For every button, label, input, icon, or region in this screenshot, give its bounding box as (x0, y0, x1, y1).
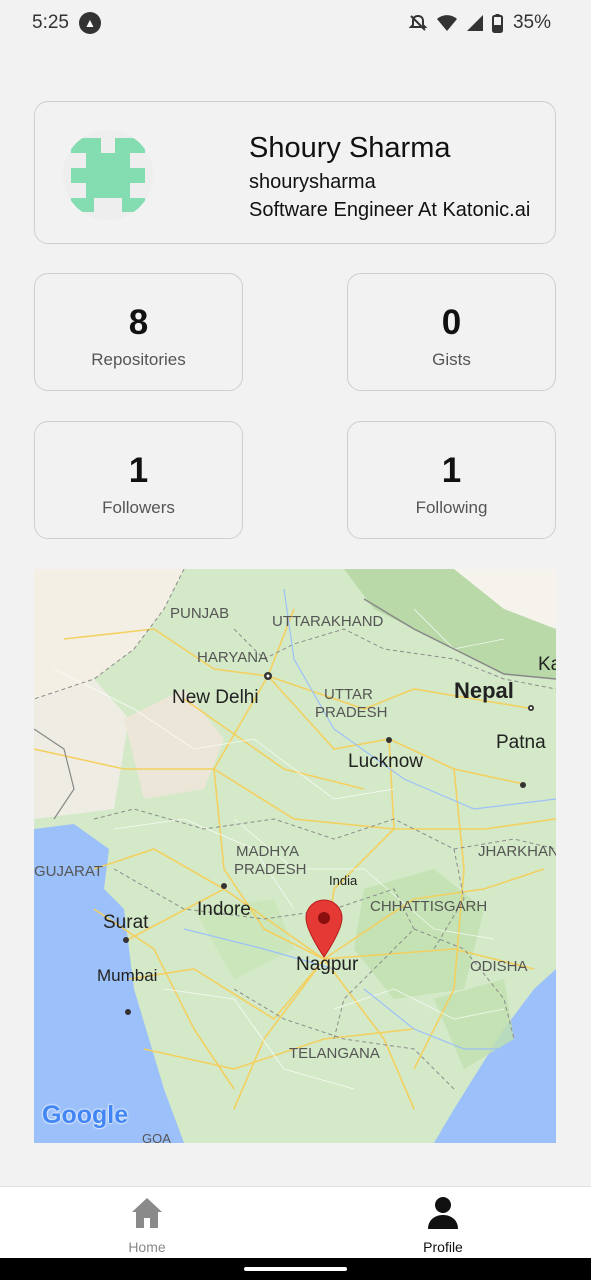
repositories-card[interactable]: 8 Repositories (34, 273, 243, 391)
map-label-jharkhand: JHARKHAN (478, 843, 556, 860)
repositories-label: Repositories (91, 350, 186, 369)
map-label-ka: Ka (538, 654, 556, 675)
person-icon (428, 1197, 458, 1229)
followers-count: 1 (128, 451, 149, 490)
map-label-haryana: HARYANA (197, 649, 269, 666)
map-label-punjab: PUNJAB (170, 605, 230, 622)
nav-home[interactable]: Home (87, 1187, 207, 1259)
profile-bio: Software Engineer At Katonic.ai (249, 199, 531, 221)
nav-profile[interactable]: Profile (383, 1187, 503, 1259)
map-label-nepal: Nepal (454, 678, 514, 703)
map-label-mumbai: Mumbai (97, 966, 158, 985)
map-label-patna: Patna (496, 732, 546, 753)
map-label-uttar: UTTAR (324, 686, 373, 703)
map-label-madhya: MADHYA (236, 843, 300, 860)
map-label-goa: GOA (142, 1131, 171, 1143)
battery-icon (491, 13, 503, 33)
map-label-odisha: ODISHA (470, 958, 528, 975)
followers-card[interactable]: 1 Followers (34, 421, 243, 539)
gists-count: 0 (441, 303, 462, 342)
map-label-surat: Surat (103, 912, 149, 933)
map-label-uttarakhand: UTTARAKHAND (272, 613, 384, 630)
wifi-icon (436, 15, 457, 31)
battery-percent: 35% (512, 12, 551, 33)
gists-card[interactable]: 0 Gists (347, 273, 556, 391)
map-label-indore: Indore (197, 899, 251, 920)
mute-icon (408, 14, 428, 31)
following-card[interactable]: 1 Following (347, 421, 556, 539)
bottom-navigation: Home Profile (0, 1186, 591, 1258)
profile-login: shourysharma (249, 171, 376, 193)
identicon-avatar (63, 130, 153, 220)
following-count: 1 (441, 451, 462, 490)
followers-label: Followers (102, 498, 175, 517)
map-label-pradesh-up: PRADESH (315, 704, 388, 721)
home-icon (132, 1198, 162, 1228)
gists-label: Gists (432, 350, 471, 369)
nav-profile-label: Profile (423, 1239, 463, 1255)
profile-name: Shoury Sharma (249, 132, 451, 164)
gesture-navigation-bar (0, 1258, 591, 1280)
status-bar: 5:25 ▲ 35% (0, 0, 591, 46)
map-label-chhattisgarh: CHHATTISGARH (370, 898, 488, 915)
profile-card: Shoury Sharma shourysharma Software Engi… (34, 101, 556, 244)
map-label-new-delhi: New Delhi (172, 687, 259, 708)
clock: 5:25 (32, 12, 69, 33)
signal-icon (466, 15, 483, 31)
map-label-telangana: TELANGANA (289, 1045, 380, 1062)
avatar (63, 130, 153, 220)
location-map[interactable]: PUNJAB UTTARAKHAND HARYANA New Delhi UTT… (34, 569, 556, 1143)
nav-home-label: Home (128, 1239, 166, 1255)
location-marker-icon[interactable] (305, 899, 343, 959)
google-logo: Google (42, 1101, 129, 1129)
map-label-india: India (329, 873, 358, 888)
home-gesture-handle[interactable] (244, 1267, 347, 1271)
map-label-lucknow: Lucknow (348, 751, 423, 772)
following-label: Following (415, 498, 488, 517)
map-label-pradesh-mp: PRADESH (234, 861, 307, 878)
map-label-gujarat: GUJARAT (34, 863, 103, 880)
repositories-count: 8 (128, 303, 149, 342)
app-notification-icon: ▲ (78, 12, 101, 34)
